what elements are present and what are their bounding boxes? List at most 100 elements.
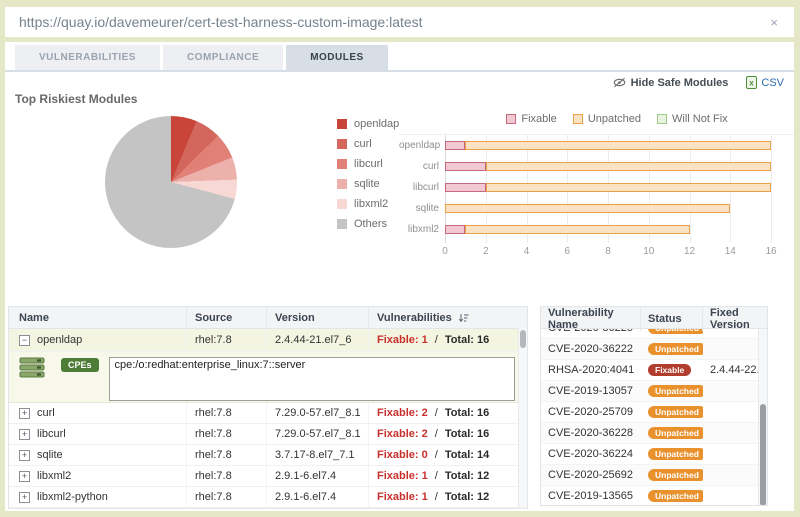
vuln-row-CVE-2020-25709[interactable]: CVE-2020-25709Unpatched <box>541 402 767 423</box>
bar-legend-label: Fixable <box>521 113 556 125</box>
bar-category-label: libxml2 <box>399 224 439 235</box>
table-row-libxml2-python[interactable]: +libxml2-pythonrhel:7.82.9.1-6.el7.4Fixa… <box>9 487 527 508</box>
vulnerabilities-table: Vulnerability Name Status Fixed Version … <box>540 306 768 506</box>
pie-legend: openldapcurllibcurlsqlitelibxml2Others <box>337 114 399 234</box>
legend-swatch <box>337 219 347 229</box>
vuln-name: CVE-2019-13565 <box>541 490 641 502</box>
col-header-vuln-name[interactable]: Vulnerability Name <box>541 307 641 331</box>
eye-slash-icon <box>613 77 626 88</box>
vuln-row-RHSA-2020:4041[interactable]: RHSA-2020:4041Fixable2.4.44-22.el7 <box>541 360 767 381</box>
table-row-openldap[interactable]: −openldaprhel:7.82.4.44-21.el7_6Fixable:… <box>9 329 527 352</box>
vuln-scrollbar[interactable] <box>758 328 767 505</box>
module-name-cell: −openldap <box>9 329 187 351</box>
csv-download-link[interactable]: x CSV <box>746 76 784 89</box>
vuln-scrollbar-thumb[interactable] <box>760 404 766 506</box>
x-tick-label: 8 <box>605 246 611 257</box>
module-version: 2.4.44-21.el7_6 <box>267 329 369 351</box>
table-row-sqlite[interactable]: +sqliterhel:7.83.7.17-8.el7_7.1Fixable: … <box>9 445 527 466</box>
vuln-row-CVE-2020-25692[interactable]: CVE-2020-25692Unpatched <box>541 465 767 486</box>
fixable-count: Fixable: 1 <box>377 334 428 346</box>
stacked-bar[interactable] <box>445 204 730 213</box>
expand-icon[interactable]: + <box>19 471 30 482</box>
separator: / <box>435 449 438 461</box>
pie-legend-item: libxml2 <box>337 194 399 214</box>
vuln-status-cell: Unpatched <box>641 427 703 440</box>
riskiest-modules-pie-chart[interactable] <box>105 116 237 248</box>
stacked-bar[interactable] <box>445 183 771 192</box>
close-icon[interactable]: × <box>770 16 778 29</box>
cpe-value-box[interactable]: cpe:/o:redhat:enterprise_linux:7::server <box>109 357 515 401</box>
col-header-source[interactable]: Source <box>187 307 267 328</box>
pie-legend-label: Others <box>354 218 387 230</box>
module-version: 2.9.1-6.el7.4 <box>267 487 369 507</box>
module-vulnerabilities: Fixable: 2 / Total: 16 <box>369 424 527 444</box>
vuln-row-CVE-2020-36224[interactable]: CVE-2020-36224Unpatched <box>541 444 767 465</box>
x-tick-label: 10 <box>643 246 654 257</box>
vuln-row-CVE-2019-13057[interactable]: CVE-2019-13057Unpatched <box>541 381 767 402</box>
x-tick-label: 0 <box>442 246 448 257</box>
modules-content: Hide Safe Modules x CSV Top Riskiest Mod… <box>5 72 794 511</box>
module-version: 3.7.17-8.el7_7.1 <box>267 445 369 465</box>
expand-icon[interactable]: + <box>19 408 30 419</box>
col-header-name[interactable]: Name <box>9 307 187 328</box>
hide-safe-modules-button[interactable]: Hide Safe Modules <box>613 77 729 89</box>
x-tick-label: 4 <box>524 246 530 257</box>
tab-modules[interactable]: MODULES <box>286 45 388 70</box>
expand-icon[interactable]: + <box>19 492 30 503</box>
bar-segment-fixable <box>445 225 465 234</box>
legend-swatch <box>657 114 667 124</box>
module-version: 2.9.1-6.el7.4 <box>267 466 369 486</box>
vuln-row-CVE-2020-36228[interactable]: CVE-2020-36228 Unpatched <box>541 423 767 444</box>
col-header-status[interactable]: Status <box>641 307 703 331</box>
col-header-fixed-version[interactable]: Fixed Version <box>703 307 767 331</box>
vuln-row-CVE-2020-36222[interactable]: CVE-2020-36222Unpatched <box>541 339 767 360</box>
expand-icon[interactable]: + <box>19 429 30 440</box>
pie-legend-label: libcurl <box>354 158 383 170</box>
stacked-bar[interactable] <box>445 225 690 234</box>
bar-x-axis: 0246810121416 <box>399 246 794 260</box>
tab-vulnerabilities[interactable]: VULNERABILITIES <box>15 45 160 70</box>
fixable-count: Fixable: 2 <box>377 407 428 419</box>
legend-swatch <box>506 114 516 124</box>
stacked-bar[interactable] <box>445 162 771 171</box>
vuln-table-header: Vulnerability Name Status Fixed Version <box>541 307 767 329</box>
vuln-name: CVE-2020-25709 <box>541 406 641 418</box>
table-row-curl[interactable]: +curlrhel:7.87.29.0-57.el7_8.1Fixable: 2… <box>9 403 527 424</box>
tab-compliance[interactable]: COMPLIANCE <box>163 45 283 70</box>
status-badge: Unpatched <box>648 490 703 503</box>
bar-segment-fixable <box>445 162 486 171</box>
module-source: rhel:7.8 <box>187 329 267 351</box>
modal-body: VULNERABILITIESCOMPLIANCEMODULES Hide Sa… <box>5 42 794 511</box>
bar-category-label: curl <box>399 161 439 172</box>
module-source: rhel:7.8 <box>187 487 267 507</box>
separator: / <box>435 334 438 346</box>
modules-scrollbar[interactable] <box>518 328 527 508</box>
sort-icon[interactable] <box>458 313 469 323</box>
pie-legend-item: Others <box>337 214 399 234</box>
pie-legend-item: sqlite <box>337 174 399 194</box>
vuln-name: CVE-2019-13057 <box>541 385 641 397</box>
module-name: libxml2 <box>37 470 71 482</box>
col-header-vulnerabilities[interactable]: Vulnerabilities <box>369 307 527 328</box>
vuln-row-CVE-2019-13565[interactable]: CVE-2019-13565 Unpatched <box>541 486 767 506</box>
stacked-bar[interactable] <box>445 141 771 150</box>
module-source: rhel:7.8 <box>187 466 267 486</box>
modules-scrollbar-thumb[interactable] <box>520 330 526 348</box>
module-name: libcurl <box>37 428 66 440</box>
expand-icon[interactable]: + <box>19 450 30 461</box>
tables-row: Name Source Version Vulnerabilities −ope… <box>8 306 768 509</box>
status-badge: Unpatched <box>648 427 703 440</box>
status-badge: Fixable <box>648 364 691 377</box>
vuln-status-cell: Unpatched <box>641 406 703 419</box>
col-header-version[interactable]: Version <box>267 307 369 328</box>
modules-table: Name Source Version Vulnerabilities −ope… <box>8 306 528 509</box>
bar-segment-fixable <box>445 183 486 192</box>
bar-segment-unpatched <box>486 183 771 192</box>
module-name-cell: + libxml2 <box>9 466 187 486</box>
table-row-libxml2[interactable]: +libxml2rhel:7.82.9.1-6.el7.4Fixable: 1 … <box>9 466 527 487</box>
module-vulnerabilities: Fixable: 1 / Total: 16 <box>369 329 527 351</box>
collapse-icon[interactable]: − <box>19 335 30 346</box>
fixable-count: Fixable: 1 <box>377 470 428 482</box>
vuln-name: CVE-2020-36228 <box>541 427 641 439</box>
table-row-libcurl[interactable]: +libcurlrhel:7.87.29.0-57.el7_8.1Fixable… <box>9 424 527 445</box>
